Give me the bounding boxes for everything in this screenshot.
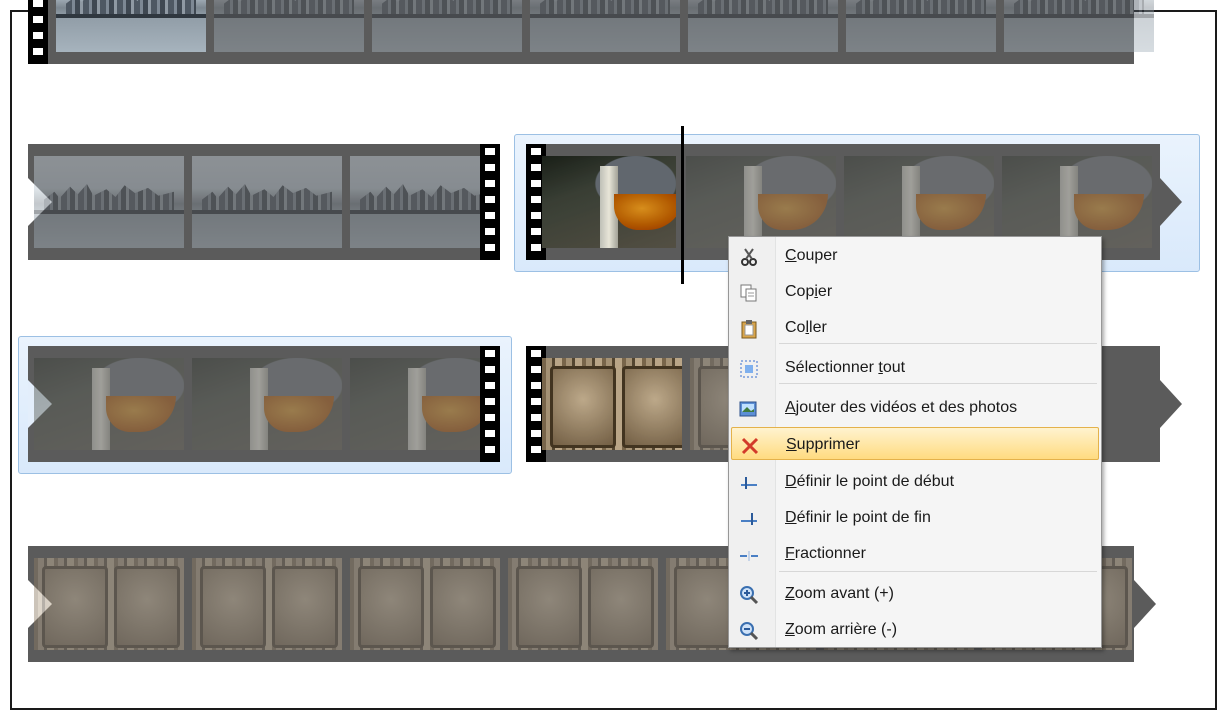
copy-icon	[739, 282, 759, 302]
scissors-icon	[739, 246, 759, 266]
menu-item-fractionner[interactable]: Fractionner	[731, 537, 1099, 570]
menu-separator	[779, 343, 1097, 344]
clip-thumbnail	[214, 0, 364, 52]
clip-thumbnail	[372, 0, 522, 52]
menu-separator	[779, 383, 1097, 384]
menu-item-label: Ajouter des vidéos et des photos	[785, 399, 1018, 416]
clip-thumbnail	[508, 558, 658, 650]
set-end-point-icon	[739, 508, 759, 528]
menu-item-label: Coller	[785, 319, 827, 336]
film-sprocket	[28, 0, 48, 64]
add-media-icon	[739, 398, 759, 418]
film-sprocket	[480, 346, 500, 462]
menu-item-définir-le-point-de-début[interactable]: Définir le point de début	[731, 465, 1099, 498]
clip-thumbnail	[192, 156, 342, 248]
clip-thumbnail	[34, 358, 184, 450]
clip-thumbnail	[350, 156, 500, 248]
clip-thumbnail	[350, 358, 500, 450]
paste-icon	[739, 318, 759, 339]
continuation-arrow	[1134, 580, 1156, 628]
menu-item-supprimer[interactable]: Supprimer	[731, 427, 1099, 460]
clip-thumbnail	[34, 558, 184, 650]
clip-thumbnail	[192, 358, 342, 450]
menu-item-sélectionner-tout[interactable]: Sélectionner tout	[731, 351, 1099, 384]
clip-thumbnail	[530, 0, 680, 52]
clip-thumbnail	[844, 156, 994, 248]
menu-item-label: Définir le point de fin	[785, 509, 931, 526]
clip-strip[interactable]	[28, 144, 500, 260]
film-sprocket	[480, 144, 500, 260]
playhead-marker[interactable]	[681, 126, 684, 284]
menu-item-couper[interactable]: Couper	[731, 239, 1099, 272]
clip-thumbnail	[34, 156, 184, 248]
menu-item-définir-le-point-de-fin[interactable]: Définir le point de fin	[731, 501, 1099, 534]
clip-thumbnail	[686, 156, 836, 248]
menu-item-coller[interactable]: Coller	[731, 311, 1099, 344]
split-icon	[739, 544, 759, 564]
clip-thumbnail	[192, 558, 342, 650]
clip-thumbnail	[542, 156, 676, 248]
continuation-arrow	[1160, 178, 1182, 226]
set-start-point-icon	[739, 472, 759, 492]
menu-item-zoom-avant[interactable]: Zoom avant (+)	[731, 577, 1099, 610]
clip-thumbnail	[56, 0, 206, 52]
clip-thumbnail	[1002, 156, 1152, 248]
menu-item-label: Zoom arrière (-)	[785, 621, 898, 638]
zoom-out-icon	[739, 620, 759, 641]
continuation-arrow	[1160, 380, 1182, 428]
menu-item-label: Définir le point de début	[785, 473, 955, 490]
clip-thumbnail	[846, 0, 996, 52]
menu-item-label: Couper	[785, 247, 838, 264]
menu-item-copier[interactable]: Copier	[731, 275, 1099, 308]
select-all-icon	[739, 358, 759, 378]
menu-item-label: Sélectionner tout	[785, 359, 906, 376]
menu-item-label: Zoom avant (+)	[785, 585, 894, 602]
clip-thumbnail	[350, 558, 500, 650]
menu-item-label: Fractionner	[785, 545, 866, 562]
menu-item-zoom-arrière[interactable]: Zoom arrière (-)	[731, 613, 1099, 646]
clip-thumbnail	[688, 0, 838, 52]
clip-strip[interactable]	[28, 0, 1154, 64]
clip-thumbnail	[542, 358, 682, 450]
menu-item-ajouter-des-vidéos-et-des-photos[interactable]: Ajouter des vidéos et des photos	[731, 391, 1099, 424]
selected-clip-strip[interactable]	[28, 346, 500, 462]
delete-icon	[740, 435, 760, 455]
clip-thumbnail	[1004, 0, 1154, 52]
menu-item-label: Copier	[785, 283, 833, 300]
menu-item-label: Supprimer	[786, 436, 860, 453]
zoom-in-icon	[739, 584, 759, 605]
context-menu: Couper Copier Coller Sélectionner tout Ajout…	[728, 236, 1102, 648]
menu-separator	[779, 571, 1097, 572]
